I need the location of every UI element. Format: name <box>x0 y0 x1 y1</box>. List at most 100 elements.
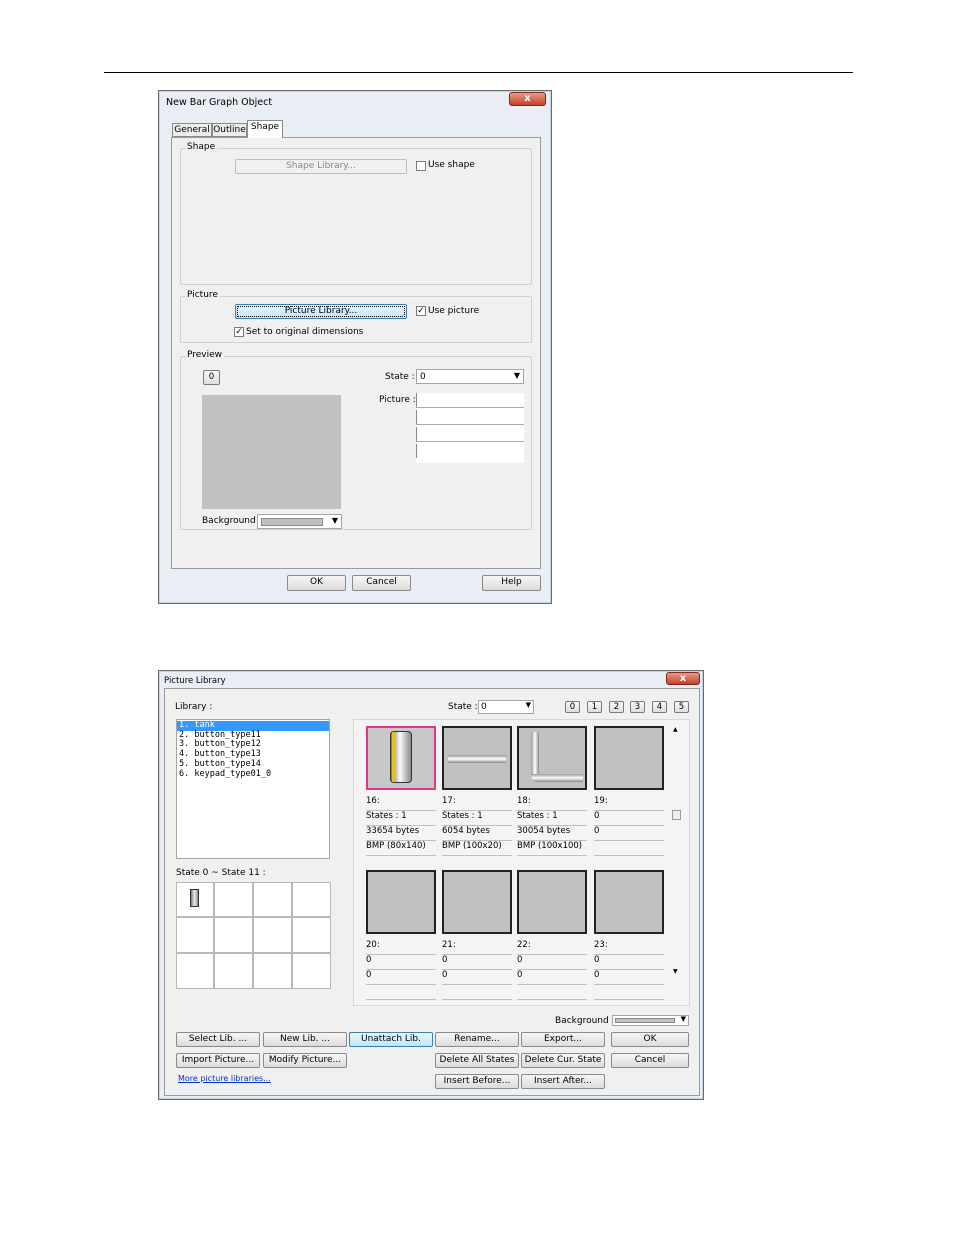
state-select[interactable]: 0 ▼ <box>478 700 534 714</box>
use-shape-checkbox[interactable] <box>416 161 426 171</box>
picture-format: BMP (100x20) <box>442 841 512 856</box>
close-button[interactable]: x <box>666 672 700 685</box>
picture-info-22: 22: 0 0 <box>517 940 587 1000</box>
picture-format <box>594 841 664 856</box>
chevron-down-icon: ▼ <box>331 516 338 525</box>
picture-size: 0 <box>366 970 436 985</box>
state-3-button[interactable]: 3 <box>630 701 645 713</box>
state-cell[interactable] <box>292 917 331 953</box>
state-cell[interactable] <box>214 882 253 917</box>
picture-label: Picture : <box>379 395 416 405</box>
picture-info-20: 20: 0 0 <box>366 940 436 1000</box>
picture-id: 23: <box>594 940 664 955</box>
new-lib-button[interactable]: New Lib. ... <box>263 1032 347 1047</box>
picture-id: 18: <box>517 796 587 811</box>
insert-before-button[interactable]: Insert Before... <box>435 1074 519 1089</box>
state-select[interactable]: 0 ▼ <box>416 369 524 384</box>
bar-graph-dialog: New Bar Graph Object x General Outline S… <box>158 90 552 604</box>
picture-cell-16[interactable] <box>366 726 436 790</box>
pipe-elbow-horizontal-icon <box>531 774 583 782</box>
ok-button[interactable]: OK <box>611 1032 689 1047</box>
preview-group-label: Preview <box>185 350 225 360</box>
use-picture-checkbox[interactable]: ✓ <box>416 306 426 316</box>
modify-picture-button[interactable]: Modify Picture... <box>263 1053 347 1068</box>
picture-size: 33654 bytes <box>366 826 436 841</box>
picture-info-16: 16: States : 1 33654 bytes BMP (80x140) <box>366 796 436 856</box>
ok-button[interactable]: OK <box>287 575 346 591</box>
dialog-title: Picture Library <box>164 676 226 686</box>
library-label: Library : <box>175 702 213 712</box>
picture-id: 19: <box>594 796 664 811</box>
scroll-down-icon[interactable]: ▼ <box>673 968 678 975</box>
select-lib-button[interactable]: Select Lib. ... <box>176 1032 260 1047</box>
picture-cell-22[interactable] <box>517 870 587 934</box>
state-range-label: State 0 ~ State 11 : <box>176 868 266 878</box>
library-list[interactable]: 1. tank 2. button_type11 3. button_type1… <box>176 719 330 859</box>
state-cell[interactable] <box>292 953 331 989</box>
picture-info-box <box>416 393 524 463</box>
state-cell[interactable] <box>176 882 214 917</box>
library-item[interactable]: 6. keypad_type01_0 <box>177 769 329 780</box>
picture-size: 0 <box>517 970 587 985</box>
picture-size: 0 <box>594 970 664 985</box>
state-5-button[interactable]: 5 <box>674 701 689 713</box>
scroll-up-icon[interactable]: ▲ <box>673 726 678 733</box>
pipe-horizontal-icon <box>448 755 506 763</box>
picture-cell-20[interactable] <box>366 870 436 934</box>
delete-cur-state-button[interactable]: Delete Cur. State <box>521 1053 605 1068</box>
tab-outline[interactable]: Outline <box>212 123 247 137</box>
background-select[interactable]: ▼ <box>612 1015 689 1026</box>
state-cell[interactable] <box>253 953 292 989</box>
insert-after-button[interactable]: Insert After... <box>521 1074 605 1089</box>
picture-library-button[interactable]: Picture Library... <box>235 304 407 319</box>
state-cell[interactable] <box>176 953 214 989</box>
unattach-lib-button[interactable]: Unattach Lib. <box>349 1032 433 1047</box>
picture-format <box>442 985 512 1000</box>
picture-cell-23[interactable] <box>594 870 664 934</box>
rename-button[interactable]: Rename... <box>435 1032 519 1047</box>
picture-cell-17[interactable] <box>442 726 512 790</box>
background-swatch <box>261 518 323 526</box>
help-button[interactable]: Help <box>482 575 541 591</box>
tank-level-icon <box>392 732 395 782</box>
state-cell[interactable] <box>292 882 331 917</box>
delete-all-states-button[interactable]: Delete All States <box>435 1053 519 1068</box>
shape-library-button[interactable]: Shape Library... <box>235 159 407 174</box>
library-panel: Library : State : 0 ▼ 0 1 2 3 4 5 1. tan… <box>164 688 700 1096</box>
state-cell[interactable] <box>176 917 214 953</box>
state-label: State : <box>385 372 415 382</box>
tab-shape[interactable]: Shape <box>247 120 283 138</box>
export-button[interactable]: Export... <box>521 1032 605 1047</box>
picture-group-label: Picture <box>185 290 220 300</box>
picture-cell-19[interactable] <box>594 726 664 790</box>
cancel-button[interactable]: Cancel <box>352 575 411 591</box>
picture-size: 0 <box>594 826 664 841</box>
picture-cell-21[interactable] <box>442 870 512 934</box>
state-0-button[interactable]: 0 <box>565 701 580 713</box>
scroll-thumb[interactable] <box>672 810 681 820</box>
picture-states: 0 <box>594 955 664 970</box>
preview-image <box>202 395 341 509</box>
state-cell[interactable] <box>253 917 292 953</box>
cancel-button[interactable]: Cancel <box>611 1053 689 1068</box>
picture-cell-18[interactable] <box>517 726 587 790</box>
import-picture-button[interactable]: Import Picture... <box>176 1053 260 1068</box>
picture-scrollbar[interactable]: ▲ ▼ <box>672 726 682 976</box>
tank-thumbnail-icon <box>190 889 199 907</box>
state-1-button[interactable]: 1 <box>587 701 602 713</box>
state-cell[interactable] <box>214 953 253 989</box>
close-button[interactable]: x <box>509 92 546 106</box>
more-libraries-link[interactable]: More picture libraries... <box>178 1074 271 1083</box>
tab-general[interactable]: General <box>172 123 212 137</box>
background-select[interactable]: ▼ <box>257 514 342 529</box>
preview-state-button[interactable]: 0 <box>203 370 220 385</box>
picture-grid: 16: States : 1 33654 bytes BMP (80x140) … <box>353 719 690 1006</box>
picture-states: States : 1 <box>442 811 512 826</box>
state-cell[interactable] <box>214 917 253 953</box>
set-original-checkbox[interactable]: ✓ <box>234 327 244 337</box>
state-2-button[interactable]: 2 <box>609 701 624 713</box>
state-cell[interactable] <box>253 882 292 917</box>
picture-states: 0 <box>366 955 436 970</box>
dialog-title: New Bar Graph Object <box>166 97 273 108</box>
state-4-button[interactable]: 4 <box>652 701 667 713</box>
